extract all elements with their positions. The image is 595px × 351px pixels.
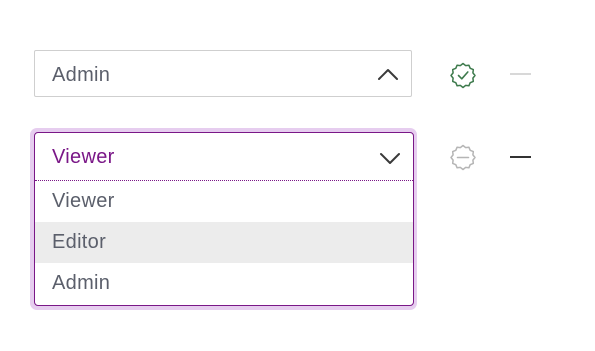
verified-check-icon xyxy=(450,62,476,89)
row-2-dash xyxy=(510,156,531,158)
role-select-2-trigger[interactable]: Viewer xyxy=(35,133,413,180)
chevron-down-icon xyxy=(380,153,400,164)
role-select-2[interactable]: Viewer Viewer Editor Admin xyxy=(34,132,414,306)
option-editor[interactable]: Editor xyxy=(35,222,413,263)
row-1-dash xyxy=(510,73,531,75)
option-admin[interactable]: Admin xyxy=(35,263,413,304)
role-select-2-value: Viewer xyxy=(52,146,115,168)
role-select-1-value: Admin xyxy=(52,64,111,86)
role-select-1[interactable]: Admin xyxy=(34,50,412,97)
chevron-up-icon xyxy=(378,69,398,80)
minus-circle-icon xyxy=(450,144,476,171)
option-viewer[interactable]: Viewer xyxy=(35,181,413,222)
role-options-list: Viewer Editor Admin xyxy=(35,181,413,304)
